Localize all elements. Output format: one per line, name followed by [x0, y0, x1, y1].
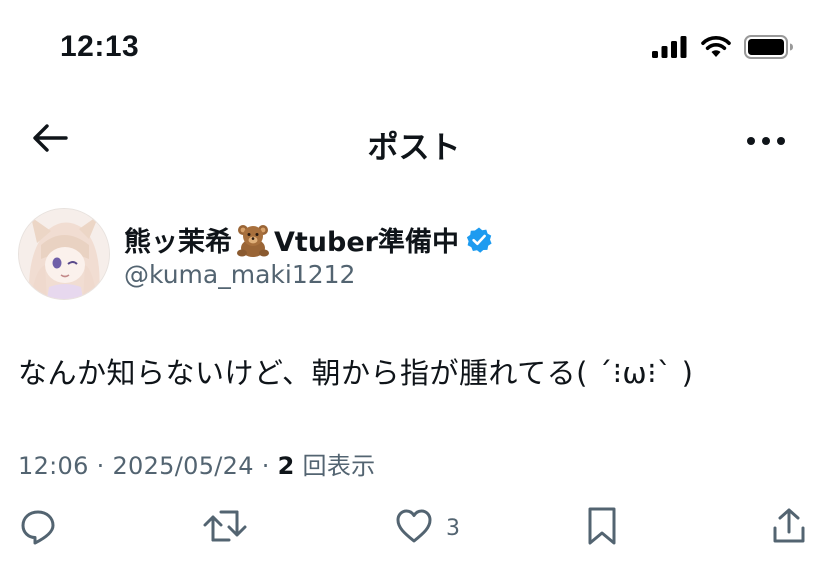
- post-author: 熊ッ茉希 Vtuber準備中 @kuma_maki1212: [18, 208, 808, 300]
- more-options-button[interactable]: [742, 124, 790, 156]
- teddy-bear-icon: [234, 223, 272, 257]
- views-count: 2: [277, 452, 295, 480]
- views-label: 回表示: [302, 452, 376, 480]
- meta-separator-2: ·: [253, 452, 278, 480]
- post-text: なんか知らないけど、朝から指が腫れてる( ´⁝ω⁝` ): [18, 356, 694, 390]
- author-handle[interactable]: @kuma_maki1212: [124, 260, 355, 289]
- action-bar: 3: [0, 505, 828, 555]
- verified-badge-icon: [465, 226, 493, 254]
- avatar[interactable]: [18, 208, 110, 300]
- bookmark-icon: [584, 505, 620, 551]
- reply-icon: [18, 506, 58, 550]
- nav-bar: ポスト: [0, 110, 828, 170]
- bookmark-button[interactable]: [584, 505, 620, 551]
- author-name[interactable]: 熊ッ茉希 Vtuber準備中: [124, 220, 493, 259]
- repost-button[interactable]: [202, 505, 260, 551]
- heart-icon: [394, 506, 434, 550]
- author-name-suffix: Vtuber準備中: [274, 227, 459, 258]
- status-icons: [652, 35, 794, 63]
- page-title: ポスト: [367, 130, 461, 166]
- share-icon: [770, 506, 808, 550]
- status-time: 12:13: [60, 30, 140, 63]
- post-time[interactable]: 12:06: [18, 452, 89, 480]
- meta-separator: ·: [88, 452, 113, 480]
- post-date[interactable]: 2025/05/24: [112, 452, 253, 480]
- cellular-signal-icon: [652, 36, 688, 62]
- author-name-prefix: 熊ッ茉希: [124, 227, 232, 258]
- wifi-icon: [700, 35, 732, 63]
- repost-icon: [202, 506, 248, 550]
- share-button[interactable]: [770, 505, 808, 551]
- reply-button[interactable]: [18, 505, 70, 551]
- battery-icon: [744, 35, 794, 63]
- status-bar: 12:13: [0, 0, 828, 100]
- post-meta: 12:06 · 2025/05/24 · 2 回表示: [18, 446, 375, 481]
- more-horizontal-icon: [746, 131, 786, 150]
- like-count: 3: [446, 515, 460, 541]
- like-button[interactable]: 3: [394, 505, 460, 551]
